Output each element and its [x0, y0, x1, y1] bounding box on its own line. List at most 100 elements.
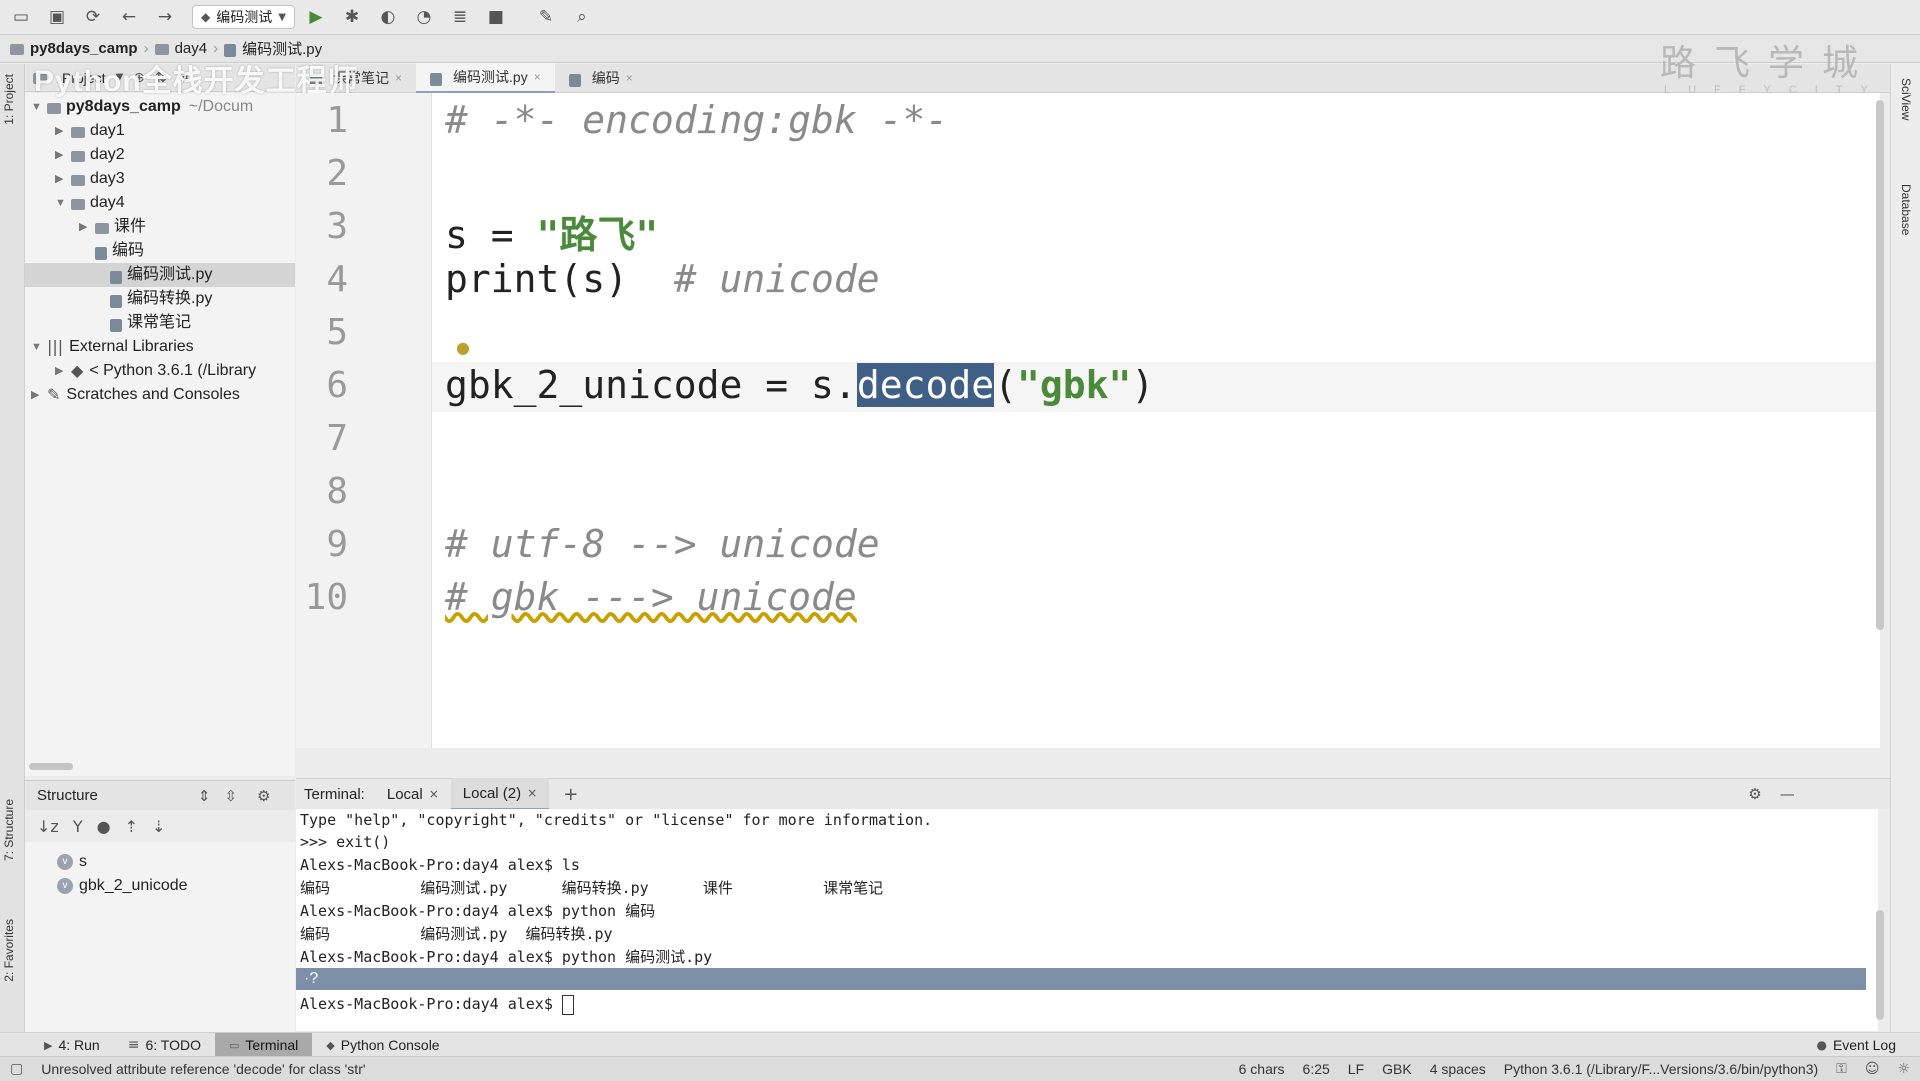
- code-token-paren: ): [1131, 363, 1155, 407]
- collapsed-arrow-icon: ▶: [55, 365, 64, 377]
- minimize-icon[interactable]: —: [1780, 785, 1795, 803]
- code-token-print: print(s): [445, 257, 674, 301]
- tree-item-day1[interactable]: ▶ day1: [55, 119, 125, 143]
- terminal-prompt-text: Alexs-MacBook-Pro:day4 alex$: [300, 995, 562, 1013]
- breadcrumb-folder[interactable]: day4: [175, 40, 208, 57]
- editor-vertical-scrollbar[interactable]: [1876, 100, 1884, 630]
- notifications-icon[interactable]: ☼: [1897, 1061, 1910, 1077]
- tree-item-kejian[interactable]: ▶ 课件: [79, 215, 146, 239]
- lock-icon[interactable]: ⚿: [1836, 1061, 1847, 1077]
- horizontal-scrollbar[interactable]: [29, 763, 73, 770]
- editor-tab-bianma-ceshi[interactable]: 编码测试.py ×: [416, 63, 555, 93]
- status-window-icon[interactable]: ▢: [10, 1061, 23, 1077]
- tree-item-external-libraries[interactable]: ▼ ||| External Libraries: [31, 335, 194, 359]
- terminal-tab-local[interactable]: Local ×: [375, 779, 451, 809]
- status-cursor-position[interactable]: 6:25: [1303, 1061, 1330, 1077]
- tree-item-scratches[interactable]: ▶ ✎ Scratches and Consoles: [31, 383, 240, 407]
- debug-icon[interactable]: ✱: [337, 2, 367, 32]
- tree-item-day3[interactable]: ▶ day3: [55, 167, 125, 191]
- save-icon[interactable]: ▣: [42, 2, 72, 32]
- folder-icon: [10, 44, 24, 55]
- run-tool-tab[interactable]: ▶ 4: Run: [30, 1033, 114, 1057]
- expand-all-icon[interactable]: ⇕: [198, 787, 211, 805]
- code-token-paren: (: [994, 363, 1017, 407]
- autoscroll-to-source-icon[interactable]: ⇡: [125, 817, 138, 836]
- filter-icon[interactable]: Y: [73, 817, 83, 836]
- autoscroll-from-source-icon[interactable]: ⇣: [152, 817, 165, 836]
- line-number: 1: [326, 100, 348, 141]
- line-number: 6: [326, 365, 348, 406]
- settings-icon[interactable]: ⚙: [257, 787, 270, 805]
- editor-tab-label: 编码: [591, 70, 620, 86]
- tree-item-python-sdk[interactable]: ▶ ◆ < Python 3.6.1 (/Library: [55, 359, 256, 383]
- code-token-comment: # unicode: [673, 257, 880, 301]
- terminal-tab-local-2[interactable]: Local (2) ×: [450, 778, 550, 810]
- close-icon[interactable]: ×: [527, 786, 537, 800]
- back-icon[interactable]: ←: [114, 2, 144, 32]
- python-console-tool-tab[interactable]: ◆ Python Console: [312, 1033, 453, 1057]
- new-terminal-icon[interactable]: +: [563, 784, 578, 805]
- structure-list: v s v gbk_2_unicode: [25, 842, 295, 1032]
- run-configuration-select[interactable]: ◆ 编码测试 ▼: [192, 5, 295, 29]
- code-line-1: # -*- encoding:gbk -*-: [445, 98, 949, 142]
- python-file-icon: [110, 270, 122, 284]
- line-number: 5: [326, 312, 348, 353]
- terminal-scrollbar[interactable]: [1876, 910, 1884, 1020]
- run-icon[interactable]: ▶: [301, 2, 331, 32]
- structure-item-gbk-2-unicode[interactable]: v gbk_2_unicode: [57, 874, 188, 898]
- close-icon[interactable]: ×: [534, 70, 541, 84]
- favorites-tool-button[interactable]: 2: Favorites: [2, 919, 16, 982]
- tree-item-bianma[interactable]: 编码: [95, 239, 144, 263]
- settings-icon[interactable]: ⚙: [1748, 785, 1761, 803]
- open-folder-icon[interactable]: ▭: [6, 2, 36, 32]
- tree-item-day4[interactable]: ▼ day4: [55, 191, 125, 215]
- terminal-line: Alexs-MacBook-Pro:day4 alex$ python 编码: [300, 902, 656, 920]
- status-interpreter[interactable]: Python 3.6.1 (/Library/F...Versions/3.6/…: [1504, 1061, 1818, 1077]
- tree-item-kechang-biji[interactable]: 课常笔记: [110, 311, 191, 335]
- status-indent[interactable]: 4 spaces: [1430, 1061, 1486, 1077]
- status-file-encoding[interactable]: GBK: [1382, 1061, 1412, 1077]
- event-log-tool-tab[interactable]: ● Event Log: [1802, 1033, 1910, 1057]
- tree-item-label: day4: [90, 194, 125, 211]
- todo-tool-tab[interactable]: ≡ 6: TODO: [114, 1033, 215, 1057]
- tree-item-day2[interactable]: ▶ day2: [55, 143, 125, 167]
- structure-tool-button[interactable]: 7: Structure: [2, 799, 16, 861]
- search-icon[interactable]: ⌕: [567, 2, 597, 32]
- close-icon[interactable]: ×: [395, 71, 402, 85]
- tool-tab-label: Terminal: [245, 1037, 299, 1053]
- status-line-separator[interactable]: LF: [1348, 1061, 1364, 1077]
- intention-bulb-icon[interactable]: ●: [456, 338, 470, 357]
- project-tool-button[interactable]: 1: Project: [2, 74, 16, 125]
- sync-icon[interactable]: ⟳: [78, 2, 108, 32]
- database-tool-button[interactable]: Database: [1899, 184, 1913, 235]
- tree-item-bianma-zhuanhuan[interactable]: 编码转换.py: [110, 287, 212, 311]
- tree-item-label: day1: [90, 122, 125, 139]
- wrench-icon[interactable]: ✎: [531, 2, 561, 32]
- terminal-prompt[interactable]: Alexs-MacBook-Pro:day4 alex$: [300, 993, 574, 1015]
- collapsed-arrow-icon: ▶: [55, 125, 64, 137]
- stop-icon[interactable]: ■: [481, 2, 511, 32]
- collapse-all-icon[interactable]: ⇳: [224, 787, 237, 805]
- status-selection-chars: 6 chars: [1238, 1061, 1285, 1077]
- editor-tab-label: 编码测试.py: [453, 69, 528, 85]
- folder-icon: [71, 174, 85, 186]
- sort-alpha-icon[interactable]: ↓z: [37, 817, 59, 836]
- close-icon[interactable]: ×: [626, 71, 633, 85]
- inspector-icon[interactable]: ☺: [1865, 1061, 1880, 1077]
- folder-icon: [71, 150, 85, 162]
- code-editor[interactable]: [432, 93, 1880, 748]
- folder-icon: [154, 44, 169, 55]
- close-icon[interactable]: ×: [429, 787, 439, 801]
- show-fields-icon[interactable]: ●: [97, 817, 111, 836]
- sciview-tool-button[interactable]: SciView: [1899, 78, 1913, 120]
- structure-item-s[interactable]: v s: [57, 850, 87, 874]
- breadcrumb-project[interactable]: py8days_camp: [30, 40, 138, 57]
- terminal-tool-tab[interactable]: ▭ Terminal: [214, 1033, 313, 1057]
- coverage-icon[interactable]: ◐: [373, 2, 403, 32]
- terminal-line: Alexs-MacBook-Pro:day4 alex$ ls: [300, 856, 580, 874]
- editor-tab-bianma[interactable]: 编码 ×: [555, 64, 647, 92]
- profile-icon[interactable]: ◔: [409, 2, 439, 32]
- forward-icon[interactable]: →: [150, 2, 180, 32]
- tree-item-bianma-ceshi[interactable]: 编码测试.py: [25, 263, 295, 287]
- concurrency-icon[interactable]: ≣: [445, 2, 475, 32]
